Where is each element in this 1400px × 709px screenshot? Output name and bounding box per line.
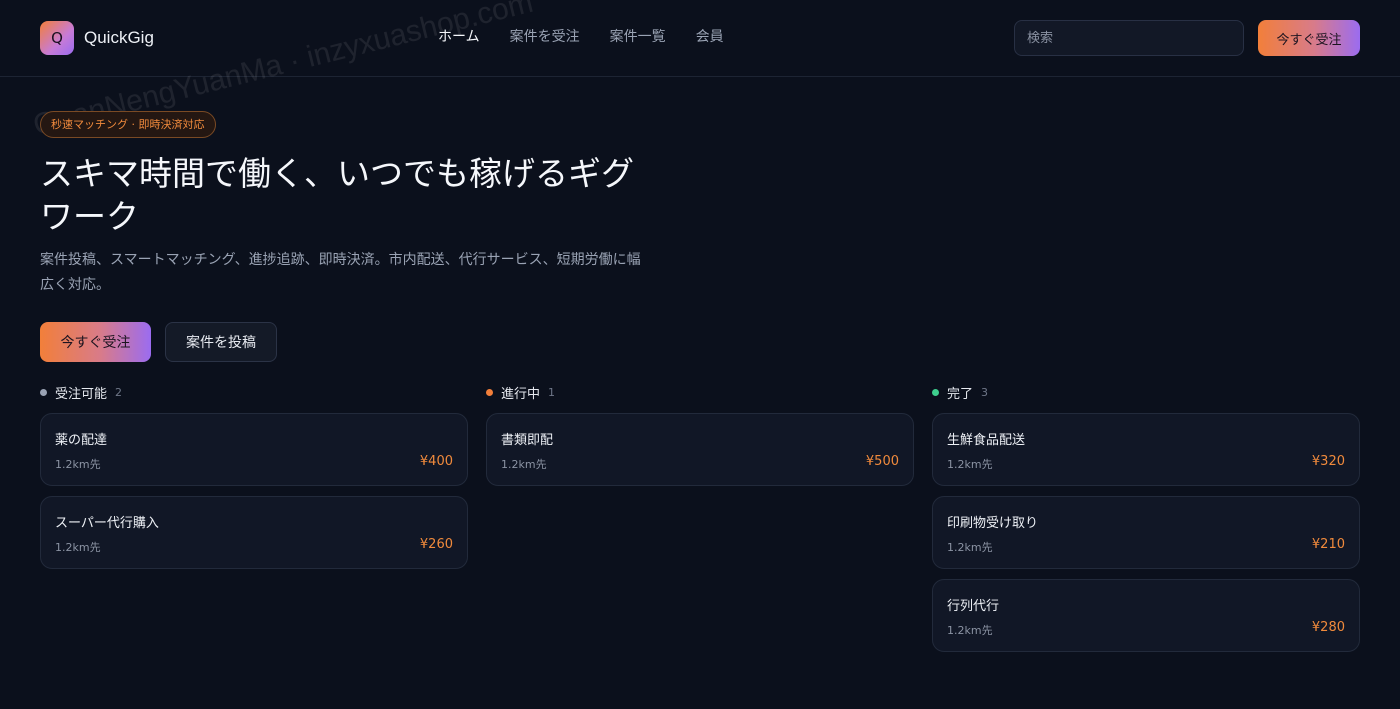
feature-badge: 秒速マッチング · 即時決済対応: [40, 111, 216, 138]
status-dot-icon: [486, 388, 493, 396]
nav-item-job-list[interactable]: 案件一覧: [610, 27, 666, 47]
job-title: 書類即配: [501, 433, 554, 448]
search-input[interactable]: [1014, 20, 1244, 56]
job-price: ¥210: [1311, 537, 1345, 552]
status-dot-icon: [932, 388, 939, 396]
column-title: 進行中: [501, 386, 541, 402]
job-price: ¥280: [1311, 620, 1345, 635]
column-header: 受注可能 2: [40, 382, 468, 402]
brand-name[interactable]: QuickGig: [84, 28, 154, 48]
job-title: 生鮮食品配送: [947, 433, 1026, 448]
job-distance: 1.2km先: [947, 624, 993, 637]
nav-item-home[interactable]: ホーム: [438, 27, 480, 47]
job-title: 行列代行: [947, 599, 1000, 614]
job-distance: 1.2km先: [501, 458, 547, 471]
column-count: 2: [115, 385, 123, 399]
column-completed: 完了 3 生鮮食品配送 1.2km先 ¥320 印刷物受け取り 1.2km先 ¥…: [932, 382, 1360, 662]
column-title: 完了: [947, 386, 974, 402]
nav-item-accept-jobs[interactable]: 案件を受注: [510, 27, 580, 47]
column-count: 3: [981, 385, 989, 399]
column-count: 1: [548, 385, 556, 399]
job-card[interactable]: 生鮮食品配送 1.2km先 ¥320: [932, 413, 1360, 486]
job-distance: 1.2km先: [947, 458, 993, 471]
column-title: 受注可能: [55, 386, 108, 402]
job-card[interactable]: 印刷物受け取り 1.2km先 ¥210: [932, 496, 1360, 569]
job-price: ¥260: [419, 537, 453, 552]
top-header: Q QuickGig ホーム 案件を受注 案件一覧 会員 今すぐ受注: [0, 0, 1400, 77]
logo-icon[interactable]: Q: [40, 21, 74, 55]
hero-description: 案件投稿、スマートマッチング、進捗追跡、即時決済。市内配送、代行サービス、短期労…: [40, 252, 641, 293]
status-dot-icon: [40, 388, 47, 396]
job-distance: 1.2km先: [55, 541, 101, 554]
job-card[interactable]: 書類即配 1.2km先 ¥500: [486, 413, 914, 486]
post-job-button[interactable]: 案件を投稿: [165, 322, 277, 362]
job-price: ¥320: [1311, 454, 1345, 469]
job-distance: 1.2km先: [947, 541, 993, 554]
job-card[interactable]: スーパー代行購入 1.2km先 ¥260: [40, 496, 468, 569]
column-header: 進行中 1: [486, 382, 914, 402]
column-header: 完了 3: [932, 382, 1360, 402]
job-title: 印刷物受け取り: [947, 516, 1039, 531]
column-in-progress: 進行中 1 書類即配 1.2km先 ¥500: [486, 382, 914, 496]
job-card[interactable]: 薬の配達 1.2km先 ¥400: [40, 413, 468, 486]
job-price: ¥500: [865, 454, 899, 469]
main-nav: ホーム 案件を受注 案件一覧 会員: [438, 27, 724, 47]
job-title: 薬の配達: [55, 433, 108, 448]
hero-title: スキマ時間で働く、いつでも稼げるギグワーク: [40, 154, 634, 236]
job-price: ¥400: [419, 454, 453, 469]
nav-item-membership[interactable]: 会員: [696, 27, 724, 47]
column-available: 受注可能 2 薬の配達 1.2km先 ¥400 スーパー代行購入 1.2km先 …: [40, 382, 468, 579]
job-title: スーパー代行購入: [55, 516, 159, 531]
accept-now-button[interactable]: 今すぐ受注: [40, 322, 151, 362]
header-accept-now-button[interactable]: 今すぐ受注: [1258, 20, 1360, 56]
job-card[interactable]: 行列代行 1.2km先 ¥280: [932, 579, 1360, 652]
job-distance: 1.2km先: [55, 458, 101, 471]
